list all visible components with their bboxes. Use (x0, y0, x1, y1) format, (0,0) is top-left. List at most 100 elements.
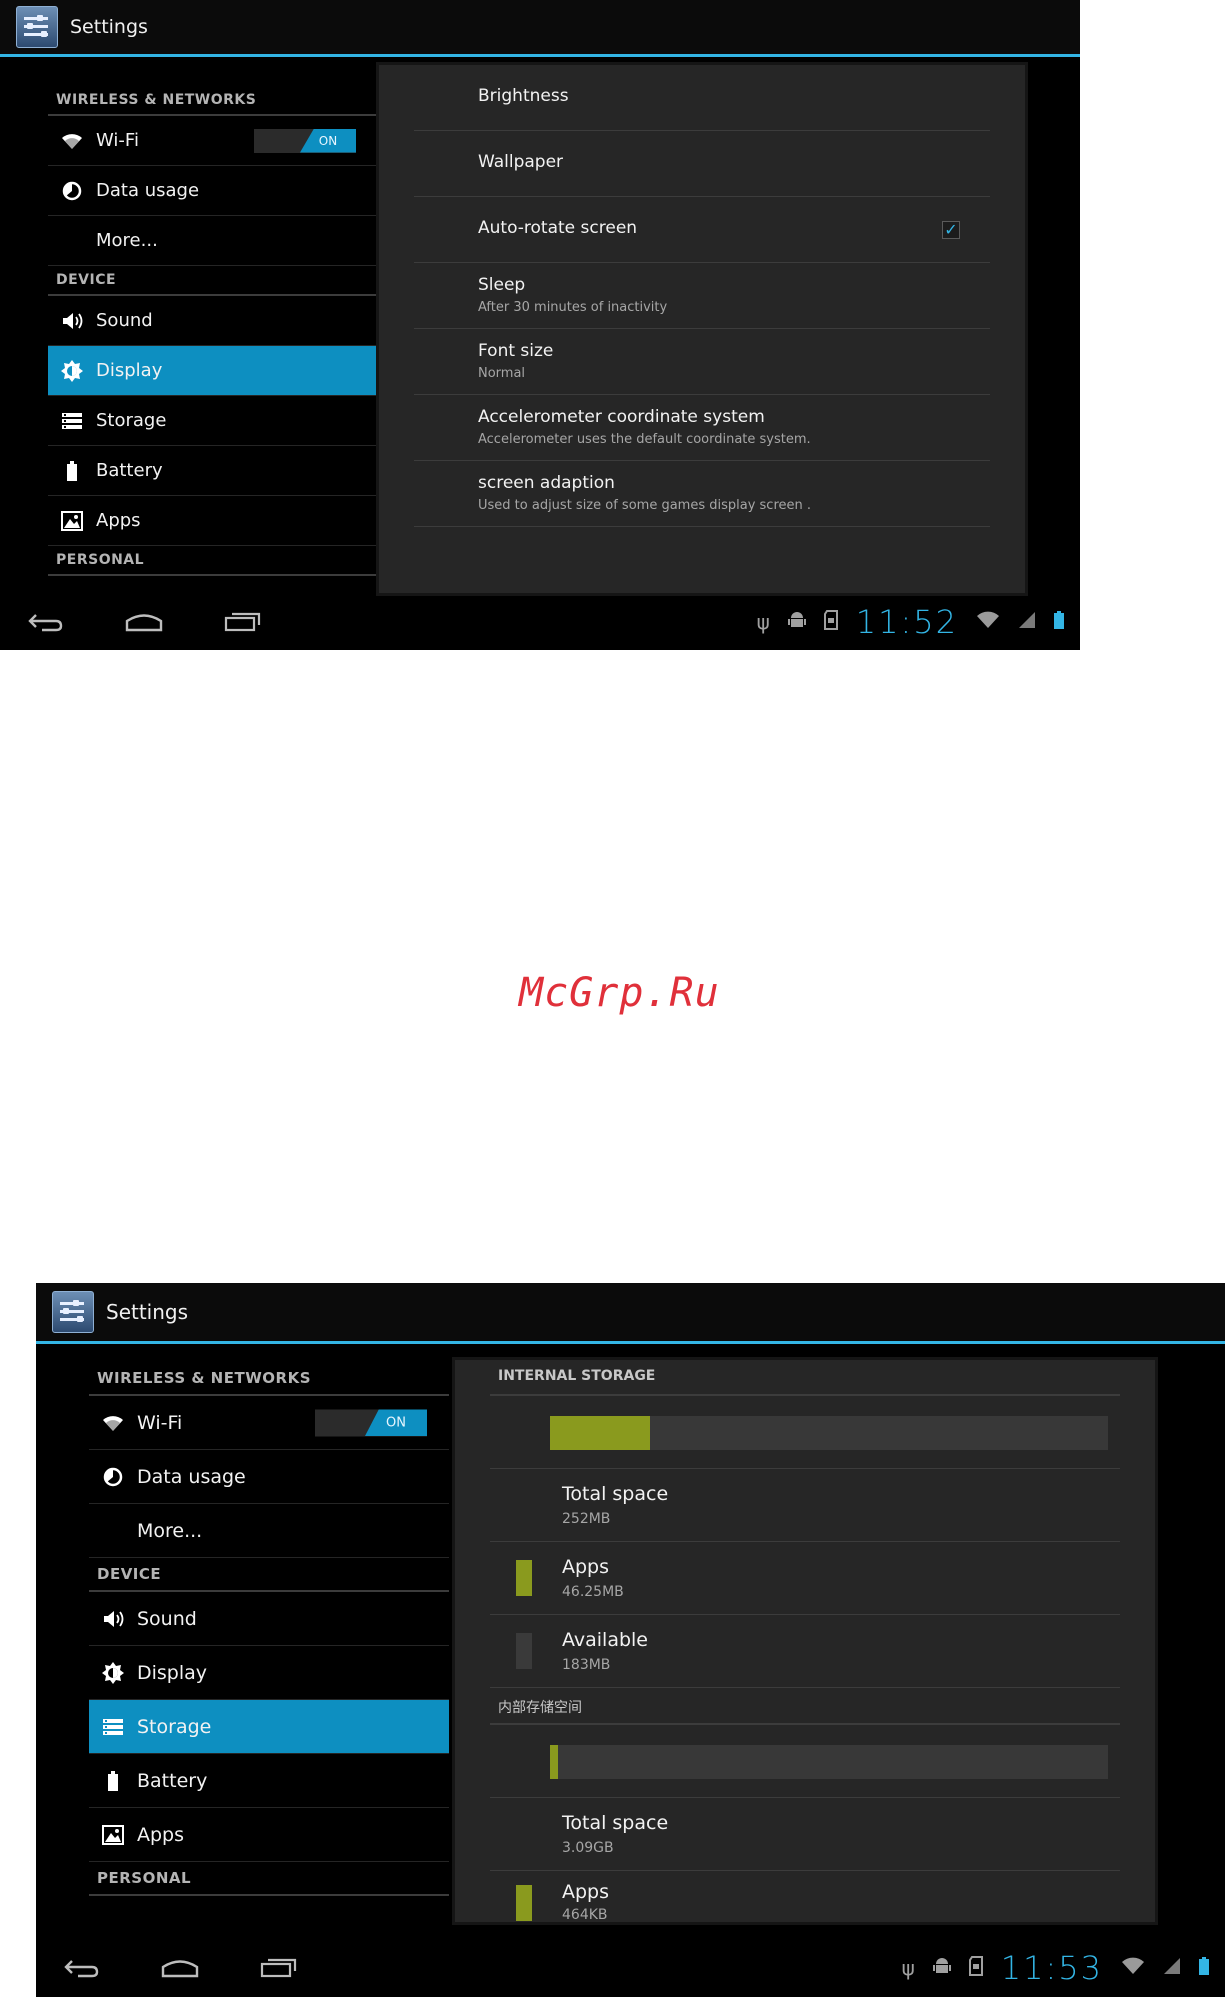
sidebar-item-more[interactable]: More... (48, 216, 376, 266)
wifi-toggle-on: ON (365, 1409, 427, 1436)
setting-wallpaper[interactable]: Wallpaper (414, 131, 990, 197)
wifi-toggle[interactable]: ON (315, 1409, 427, 1436)
storage-settings-screenshot: Settings WIRELESS & NETWORKS Wi-Fi ON Da… (36, 1283, 1225, 1997)
app-title: Settings (106, 1300, 189, 1324)
sidebar-item-label: Display (96, 360, 163, 381)
storage-settings-panel: INTERNAL STORAGE Total space 252MB Apps … (452, 1357, 1158, 1925)
second-apps-row[interactable]: Apps 464KB (490, 1871, 1120, 1923)
second-total-row[interactable]: Total space 3.09GB (490, 1798, 1120, 1871)
data-usage-icon (99, 1463, 127, 1491)
back-icon[interactable] (28, 605, 64, 640)
sidebar-item-data-usage[interactable]: Data usage (48, 166, 376, 216)
sidebar-item-sound[interactable]: Sound (48, 296, 376, 346)
sidebar-item-battery[interactable]: Battery (89, 1754, 449, 1808)
storage-icon (58, 407, 86, 435)
auto-rotate-checkbox[interactable]: ✓ (942, 220, 960, 239)
row-value: 464KB (562, 1907, 608, 1923)
sidebar-item-sound[interactable]: Sound (89, 1592, 449, 1646)
data-usage-icon (58, 177, 86, 205)
setting-brightness[interactable]: Brightness (414, 65, 990, 131)
row-title: Total space (562, 1483, 669, 1505)
wifi-toggle[interactable]: ON (254, 128, 356, 153)
recent-apps-icon[interactable] (224, 605, 262, 640)
sidebar-item-label: Data usage (96, 180, 200, 201)
usb-icon: ψ (901, 1956, 915, 1980)
setting-title: Sleep (478, 275, 526, 295)
wifi-toggle-on: ON (300, 128, 356, 153)
wifi-signal-icon (976, 610, 1000, 634)
sidebar-item-storage[interactable]: Storage (89, 1700, 449, 1754)
action-bar: Settings (36, 1283, 1225, 1344)
wifi-signal-icon (1121, 1956, 1145, 1980)
internal-apps-row[interactable]: Apps 46.25MB (490, 1542, 1120, 1615)
wifi-icon (99, 1409, 127, 1437)
recent-apps-icon[interactable] (260, 1951, 298, 1986)
sidebar-item-label: Apps (96, 510, 141, 531)
header-device: DEVICE (48, 266, 376, 296)
status-clock: 11:53 (1000, 1949, 1103, 1987)
sidebar-item-label: Battery (137, 1769, 208, 1792)
setting-title: Auto-rotate screen (478, 218, 638, 238)
sidebar-item-battery[interactable]: Battery (48, 446, 376, 496)
second-usage-bar-row (490, 1725, 1120, 1798)
row-value: 252MB (562, 1511, 611, 1527)
setting-summary: Used to adjust size of some games displa… (478, 498, 812, 513)
setting-auto-rotate[interactable]: Auto-rotate screen ✓ (414, 197, 990, 263)
sidebar-item-storage[interactable]: Storage (48, 396, 376, 446)
speaker-icon (99, 1605, 127, 1633)
sidebar-item-more[interactable]: More... (89, 1504, 449, 1558)
home-icon[interactable] (160, 1951, 200, 1986)
header-wireless-networks: WIRELESS & NETWORKS (89, 1362, 449, 1396)
status-area[interactable]: ψ 11:53 (902, 1939, 1209, 1997)
sidebar-item-display[interactable]: Display (48, 346, 376, 396)
wifi-icon (58, 127, 86, 155)
sidebar-item-apps[interactable]: Apps (89, 1808, 449, 1862)
sidebar-item-label: Apps (137, 1823, 185, 1846)
system-nav-bar: ψ 11:52 (0, 594, 1080, 650)
battery-icon (58, 457, 86, 485)
cell-signal-icon (1163, 1956, 1181, 1980)
home-icon[interactable] (124, 605, 164, 640)
action-bar: Settings (0, 0, 1080, 57)
sidebar-item-display[interactable]: Display (89, 1646, 449, 1700)
setting-sleep[interactable]: Sleep After 30 minutes of inactivity (414, 263, 990, 329)
app-title: Settings (70, 16, 148, 38)
sidebar-item-label: Battery (96, 460, 163, 481)
usb-icon: ψ (756, 610, 770, 634)
internal-usage-bar (550, 1416, 1108, 1450)
sidebar-item-wifi[interactable]: Wi-Fi ON (48, 116, 376, 166)
setting-accelerometer[interactable]: Accelerometer coordinate system Accelero… (414, 395, 990, 461)
settings-app-icon[interactable] (16, 6, 58, 48)
sidebar-item-label: Data usage (137, 1465, 246, 1488)
row-title: Available (562, 1629, 649, 1651)
battery-icon (99, 1767, 127, 1795)
setting-screen-adaption[interactable]: screen adaption Used to adjust size of s… (414, 461, 990, 527)
second-usage-fill (550, 1745, 559, 1779)
internal-storage-header: INTERNAL STORAGE (490, 1368, 1120, 1396)
system-nav-bar: ψ 11:53 (36, 1939, 1225, 1997)
setting-title: Brightness (478, 86, 569, 106)
watermark: McGrp.Ru (519, 970, 720, 1016)
cell-signal-icon (1018, 610, 1036, 634)
android-debug-icon (787, 610, 806, 635)
status-clock: 11:52 (855, 603, 958, 641)
sidebar-item-apps[interactable]: Apps (48, 496, 376, 546)
setting-font-size[interactable]: Font size Normal (414, 329, 990, 395)
sidebar-item-wifi[interactable]: Wi-Fi ON (89, 1396, 449, 1450)
sidebar-item-data-usage[interactable]: Data usage (89, 1450, 449, 1504)
sd-card-icon (968, 1955, 983, 1981)
sidebar-item-label: Sound (137, 1607, 197, 1630)
settings-app-icon[interactable] (52, 1291, 94, 1333)
internal-total-row[interactable]: Total space 252MB (490, 1469, 1120, 1542)
setting-title: screen adaption (478, 473, 615, 493)
header-personal: PERSONAL (89, 1862, 449, 1896)
setting-title: Font size (478, 341, 554, 361)
settings-sidebar: WIRELESS & NETWORKS Wi-Fi ON Data usage … (48, 86, 376, 576)
back-icon[interactable] (64, 1951, 100, 1986)
brightness-icon (58, 357, 86, 385)
speaker-icon (58, 307, 86, 335)
status-area[interactable]: ψ 11:52 (757, 594, 1064, 650)
internal-available-row[interactable]: Available 183MB (490, 1615, 1120, 1688)
apps-swatch (516, 1885, 532, 1921)
header-personal: PERSONAL (48, 546, 376, 576)
